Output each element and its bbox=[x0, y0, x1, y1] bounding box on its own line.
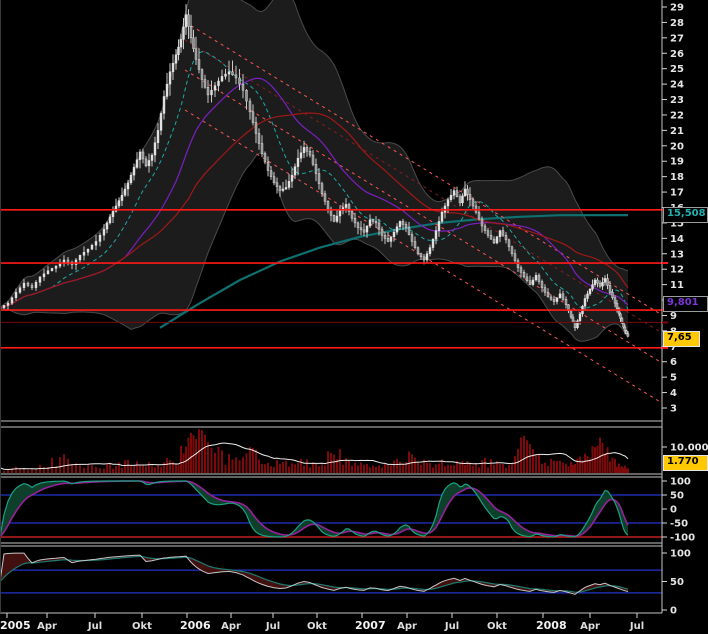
svg-text:2007: 2007 bbox=[355, 619, 386, 632]
bollinger-band bbox=[0, 0, 628, 341]
time-axis: 2005 Apr Jul Okt 2006 Apr Jul Okt 2007 Apr Jul Okt 2… bbox=[0, 613, 644, 632]
svg-text:0: 0 bbox=[670, 505, 677, 516]
svg-text:-50: -50 bbox=[670, 519, 688, 530]
svg-text:Okt: Okt bbox=[132, 621, 152, 632]
svg-text:24: 24 bbox=[670, 80, 684, 91]
svg-text:Apr: Apr bbox=[397, 621, 417, 632]
svg-text:29: 29 bbox=[670, 3, 684, 14]
svg-text:11: 11 bbox=[670, 280, 684, 291]
svg-text:28: 28 bbox=[670, 18, 684, 29]
volume-panel[interactable] bbox=[0, 429, 629, 473]
svg-text:10.000: 10.000 bbox=[670, 443, 708, 454]
svg-text:2005: 2005 bbox=[0, 619, 31, 632]
svg-text:12: 12 bbox=[670, 265, 684, 276]
svg-text:27: 27 bbox=[670, 33, 684, 44]
svg-text:2008: 2008 bbox=[536, 619, 567, 632]
ma200-value-badge: 15,508 bbox=[663, 207, 708, 223]
last-price-badge: 7,65 bbox=[663, 331, 700, 347]
stock-chart: 2928272625242322212019181716151413121110… bbox=[0, 0, 708, 634]
svg-text:18: 18 bbox=[670, 172, 684, 183]
svg-text:25: 25 bbox=[670, 64, 684, 75]
svg-text:3: 3 bbox=[670, 404, 677, 415]
svg-text:Jul: Jul bbox=[629, 621, 644, 632]
svg-text:Okt: Okt bbox=[307, 621, 327, 632]
svg-text:14: 14 bbox=[670, 234, 684, 245]
svg-text:20: 20 bbox=[670, 141, 684, 152]
svg-text:21: 21 bbox=[670, 126, 684, 137]
svg-text:Apr: Apr bbox=[221, 621, 241, 632]
svg-text:26: 26 bbox=[670, 49, 684, 60]
svg-text:13: 13 bbox=[670, 249, 684, 260]
svg-text:Jul: Jul bbox=[87, 621, 102, 632]
svg-text:Apr: Apr bbox=[37, 621, 57, 632]
svg-text:4: 4 bbox=[670, 388, 677, 399]
svg-text:100: 100 bbox=[670, 549, 691, 560]
last-volume-badge: 1.770 bbox=[663, 455, 708, 471]
oscillator-panel[interactable] bbox=[0, 481, 662, 537]
svg-text:50: 50 bbox=[670, 577, 684, 588]
svg-text:Okt: Okt bbox=[487, 621, 507, 632]
svg-text:22: 22 bbox=[670, 110, 684, 121]
svg-text:Jul: Jul bbox=[444, 621, 459, 632]
svg-text:100: 100 bbox=[670, 477, 691, 488]
svg-text:17: 17 bbox=[670, 188, 684, 199]
svg-text:50: 50 bbox=[670, 491, 684, 502]
svg-text:23: 23 bbox=[670, 95, 684, 106]
price-panel[interactable] bbox=[0, 0, 662, 403]
svg-text:Jul: Jul bbox=[265, 621, 280, 632]
svg-text:2006: 2006 bbox=[180, 619, 211, 632]
svg-text:9: 9 bbox=[670, 311, 677, 322]
svg-text:Apr: Apr bbox=[580, 621, 600, 632]
svg-text:-100: -100 bbox=[670, 533, 695, 544]
ma-value-badge: 9,801 bbox=[663, 296, 708, 312]
chart-window: 2928272625242322212019181716151413121110… bbox=[0, 0, 708, 634]
svg-text:0: 0 bbox=[670, 606, 677, 617]
svg-text:5: 5 bbox=[670, 373, 677, 384]
svg-text:6: 6 bbox=[670, 357, 677, 368]
strength-panel[interactable] bbox=[0, 553, 662, 594]
svg-text:19: 19 bbox=[670, 157, 684, 168]
